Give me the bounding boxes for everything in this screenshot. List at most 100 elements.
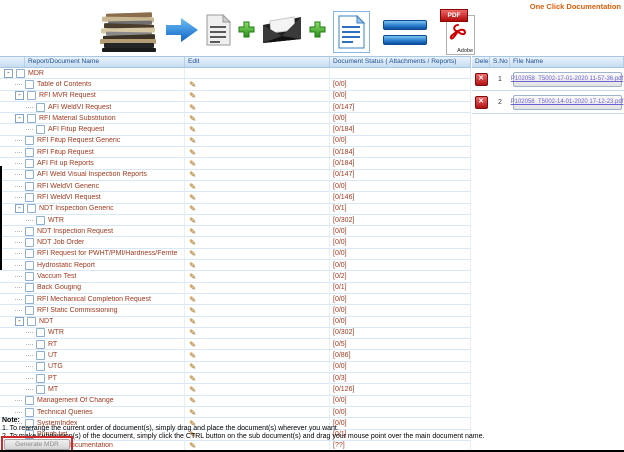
document-name-label[interactable]: NDT Inspection Request [37, 228, 113, 235]
collapse-toggle-icon[interactable]: - [15, 317, 24, 326]
edit-icon[interactable]: ✎ [189, 317, 196, 326]
tree-row[interactable]: AFI Fitup Request✎[0/184] [0, 124, 471, 135]
document-name-label[interactable]: Table of Contents [37, 81, 91, 88]
row-checkbox[interactable] [36, 125, 45, 134]
edit-icon[interactable]: ✎ [189, 295, 196, 304]
row-checkbox[interactable] [25, 159, 34, 168]
row-checkbox[interactable] [25, 80, 34, 89]
document-name-label[interactable]: RFI WeldVI Request [37, 194, 101, 201]
row-checkbox[interactable] [25, 238, 34, 247]
row-checkbox[interactable] [25, 148, 34, 157]
document-name-label[interactable]: Technical Queries [37, 409, 93, 416]
file-name-link[interactable]: P102058_T5002-17-01-2020 11-57-36.pdf [511, 76, 623, 82]
tree-row[interactable]: -RFI MVR Request✎[0/0] [0, 91, 471, 102]
document-name-label[interactable]: NDT Job Order [37, 239, 84, 246]
row-checkbox[interactable] [25, 261, 34, 270]
tree-row[interactable]: AFI Weld Visual Inspection Reports✎[0/14… [0, 170, 471, 181]
edit-icon[interactable]: ✎ [189, 396, 196, 405]
edit-icon[interactable]: ✎ [189, 249, 196, 258]
tree-row[interactable]: Table of Contents✎[0/0] [0, 79, 471, 90]
tree-row[interactable]: RFI WeldVI Request✎[0/146] [0, 192, 471, 203]
edit-icon[interactable]: ✎ [189, 261, 196, 270]
tree-row[interactable]: MT✎[0/126] [0, 384, 471, 395]
collapse-toggle-icon[interactable]: - [15, 204, 24, 213]
row-checkbox[interactable] [25, 227, 34, 236]
edit-icon[interactable]: ✎ [189, 351, 196, 360]
edit-icon[interactable]: ✎ [189, 170, 196, 179]
edit-icon[interactable]: ✎ [189, 362, 196, 371]
tree-row[interactable]: NDT Inspection Request✎[0/0] [0, 226, 471, 237]
document-name-label[interactable]: AFI Fitup Request [48, 126, 104, 133]
edit-icon[interactable]: ✎ [189, 148, 196, 157]
row-checkbox[interactable] [25, 136, 34, 145]
document-name-label[interactable]: RFI Fitup Request [37, 149, 94, 156]
collapse-toggle-icon[interactable]: - [15, 114, 24, 123]
edit-icon[interactable]: ✎ [189, 408, 196, 417]
row-checkbox[interactable] [36, 362, 45, 371]
tree-row[interactable]: RT✎[0/5] [0, 339, 471, 350]
document-name-label[interactable]: MDR [28, 70, 44, 77]
document-name-label[interactable]: Back Gouging [37, 284, 81, 291]
tree-row[interactable]: AFI Fit up Reports✎[0/184] [0, 158, 471, 169]
document-name-label[interactable]: RFI Request for PWHT/PMI/Hardness/Ferrit… [37, 250, 177, 257]
row-checkbox[interactable] [25, 396, 34, 405]
file-name-button[interactable]: P102058_T5002-17-01-2020 11-57-36.pdf [513, 72, 622, 87]
edit-icon[interactable]: ✎ [189, 114, 196, 123]
tree-row[interactable]: Hydrostatic Report✎[0/0] [0, 260, 471, 271]
tree-row[interactable]: RFI Mechanical Completion Request✎[0/0] [0, 294, 471, 305]
row-checkbox[interactable] [25, 306, 34, 315]
collapse-toggle-icon[interactable]: - [15, 91, 24, 100]
edit-icon[interactable]: ✎ [189, 182, 196, 191]
tree-row[interactable]: Back Gouging✎[0/1] [0, 283, 471, 294]
document-name-label[interactable]: MT [48, 386, 58, 393]
document-name-label[interactable]: RFI Static Commissioning [37, 307, 118, 314]
row-checkbox[interactable] [25, 193, 34, 202]
tree-row[interactable]: -RFI Material Substitution✎[0/0] [0, 113, 471, 124]
tree-row[interactable]: -NDT Inspection Generic✎[0/1] [0, 204, 471, 215]
edit-icon[interactable]: ✎ [189, 238, 196, 247]
tree-row[interactable]: WTR✎[0/302] [0, 215, 471, 226]
document-name-label[interactable]: RFI Fitup Request Generic [37, 137, 120, 144]
row-checkbox[interactable] [36, 216, 45, 225]
row-checkbox[interactable] [36, 328, 45, 337]
document-name-label[interactable]: NDT Inspection Generic [39, 205, 114, 212]
document-name-label[interactable]: PT [48, 375, 57, 382]
row-checkbox[interactable] [25, 295, 34, 304]
row-checkbox[interactable] [27, 204, 36, 213]
row-checkbox[interactable] [36, 351, 45, 360]
row-checkbox[interactable] [36, 385, 45, 394]
tree-row[interactable]: - MDR [0, 68, 471, 79]
edit-icon[interactable]: ✎ [189, 80, 196, 89]
tree-row[interactable]: UTG✎[0/0] [0, 362, 471, 373]
document-name-label[interactable]: RFI Mechanical Completion Request [37, 296, 151, 303]
document-name-label[interactable]: UTG [48, 363, 63, 370]
document-name-label[interactable]: UT [48, 352, 57, 359]
row-checkbox[interactable] [25, 170, 34, 179]
tree-row[interactable]: WTR✎[0/302] [0, 328, 471, 339]
document-name-label[interactable]: WTR [48, 217, 64, 224]
delete-file-button[interactable]: ✕ [475, 73, 488, 86]
row-checkbox[interactable] [36, 340, 45, 349]
tree-row[interactable]: NDT Job Order✎[0/0] [0, 237, 471, 248]
document-name-label[interactable]: Management Of Change [37, 397, 114, 404]
edit-icon[interactable]: ✎ [189, 441, 196, 450]
row-checkbox[interactable] [27, 317, 36, 326]
document-name-label[interactable]: AFI WeldVI Request [48, 104, 111, 111]
row-checkbox[interactable] [25, 272, 34, 281]
tree-row[interactable]: Management Of Change✎[0/0] [0, 396, 471, 407]
row-checkbox[interactable] [27, 91, 36, 100]
edit-icon[interactable]: ✎ [189, 385, 196, 394]
edit-icon[interactable]: ✎ [189, 136, 196, 145]
tree-row[interactable]: -NDT✎[0/0] [0, 317, 471, 328]
document-name-label[interactable]: Hydrostatic Report [37, 262, 95, 269]
row-checkbox[interactable] [25, 249, 34, 258]
tree-row[interactable]: RFI Request for PWHT/PMI/Hardness/Ferrit… [0, 249, 471, 260]
collapse-toggle-icon[interactable]: - [4, 69, 13, 78]
edit-icon[interactable]: ✎ [189, 374, 196, 383]
edit-icon[interactable]: ✎ [189, 216, 196, 225]
file-name-link[interactable]: P102058_T5002-14-01-2020 17-12-23.pdf [511, 99, 624, 105]
tree-row[interactable]: RFI Fitup Request Generic✎[0/0] [0, 136, 471, 147]
tree-row[interactable]: AFI WeldVI Request✎[0/147] [0, 102, 471, 113]
row-checkbox[interactable] [25, 283, 34, 292]
tree-row[interactable]: UT✎[0/86] [0, 350, 471, 361]
